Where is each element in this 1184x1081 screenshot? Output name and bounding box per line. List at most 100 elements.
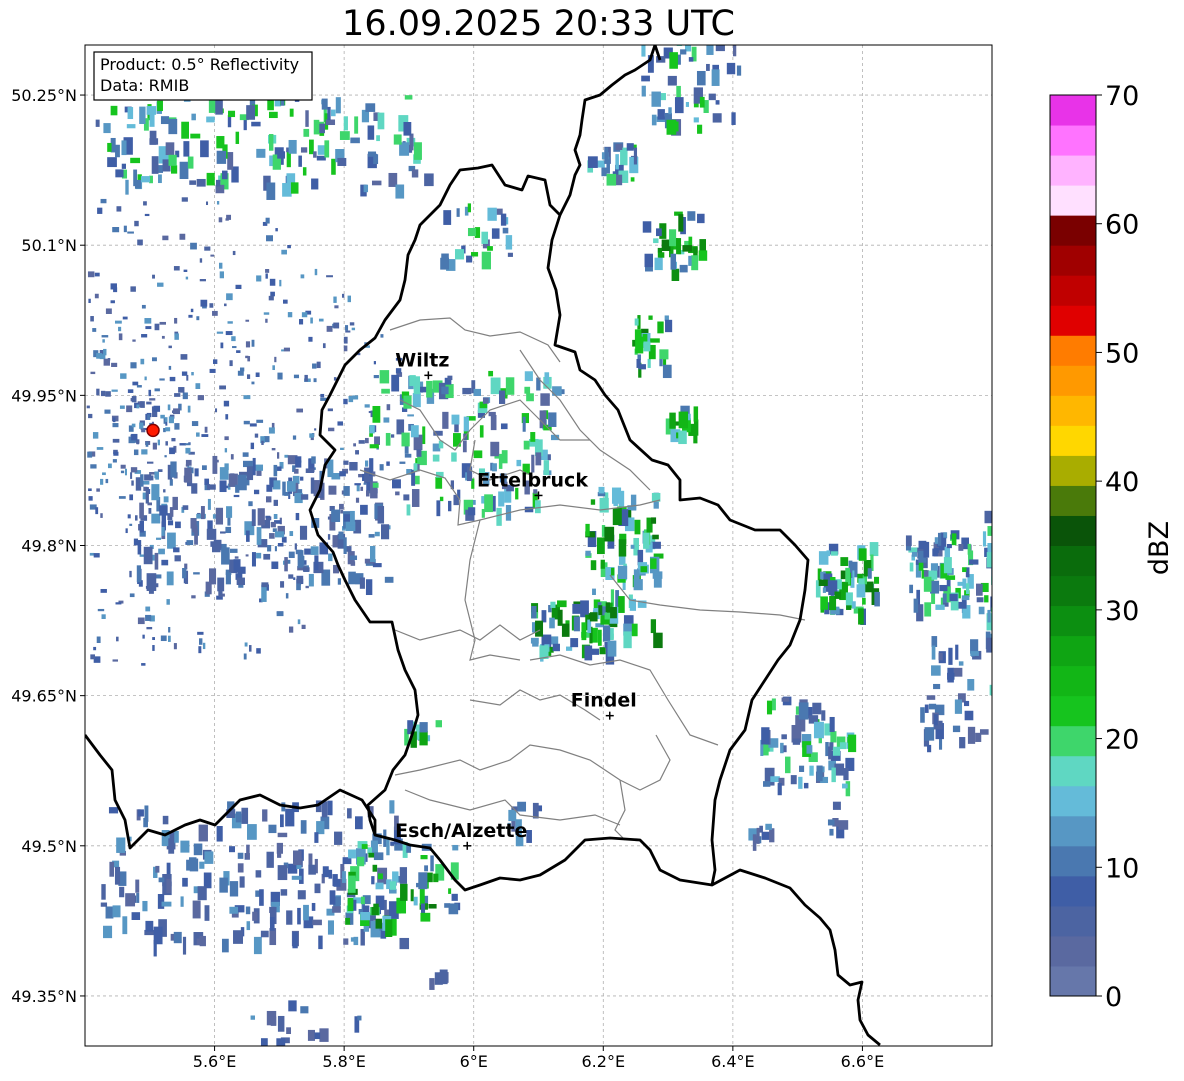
echo-cell (251, 509, 256, 526)
echo-cell (196, 316, 200, 321)
echo-cell (490, 414, 497, 431)
echo-cell (395, 491, 400, 496)
echo-cell (96, 388, 100, 396)
echo-cell (125, 179, 129, 195)
echo-cell (641, 75, 650, 82)
info-box: Product: 0.5° Reflectivity Data: RMIB (93, 51, 313, 101)
echo-cell (347, 897, 354, 912)
echo-cell (670, 253, 677, 270)
echo-cell (305, 110, 309, 127)
echo-cell (145, 614, 152, 621)
echo-cell (174, 333, 179, 340)
echo-cell (501, 450, 508, 464)
echo-cell (442, 411, 449, 429)
echo-cell (390, 841, 395, 846)
echo-cell (314, 883, 321, 894)
echo-cell (535, 452, 542, 466)
echo-cell (590, 499, 596, 505)
echo-cell (141, 334, 148, 338)
echo-cell (195, 383, 201, 390)
echo-cell (282, 481, 286, 496)
echo-cell (170, 461, 177, 478)
echo-cell (191, 421, 199, 427)
echo-cell (184, 443, 191, 446)
echo-cell (319, 1028, 329, 1042)
echo-cell (838, 820, 849, 830)
echo-cell (146, 573, 157, 591)
echo-cell (166, 862, 171, 876)
echo-cell (116, 206, 122, 212)
echo-cell (185, 276, 189, 280)
echo-cell (343, 398, 348, 405)
echo-cell (230, 454, 234, 460)
echo-cell (248, 501, 253, 507)
echo-cell (964, 710, 974, 721)
echo-cell (236, 577, 245, 585)
echo-cell (599, 543, 605, 548)
echo-cell (328, 427, 335, 432)
echo-cell (435, 720, 442, 728)
echo-cell (250, 1015, 255, 1020)
echo-cell (219, 480, 227, 493)
echo-cell (90, 316, 94, 322)
echo-cell (133, 449, 139, 456)
colorbar-segment (1050, 365, 1096, 396)
echo-cell (255, 372, 260, 377)
echo-cell (963, 700, 970, 707)
echo-cell (300, 820, 307, 834)
echo-cell (229, 846, 235, 853)
echo-cell (304, 374, 308, 382)
echo-cell (685, 102, 690, 107)
echo-cell (226, 506, 233, 518)
echo-cell (266, 851, 274, 868)
echo-cell (173, 547, 180, 553)
echo-cell (190, 242, 197, 250)
echo-cell (139, 106, 146, 125)
echo-cell (641, 45, 646, 57)
echo-cell (166, 878, 172, 894)
echo-cell (303, 128, 310, 137)
echo-cell (111, 362, 118, 367)
echo-cell (618, 556, 626, 565)
echo-cell (357, 1015, 362, 1021)
echo-cell (314, 428, 317, 431)
echo-cell (170, 165, 178, 174)
echo-cell (179, 233, 186, 240)
echo-cell (184, 467, 192, 483)
echo-cell (152, 645, 155, 651)
echo-cell (952, 725, 961, 733)
echo-cell (183, 141, 190, 157)
echo-cell (261, 584, 267, 602)
echo-cell (165, 441, 168, 446)
echo-cell (262, 809, 268, 822)
echo-cell (292, 850, 302, 866)
lat-tick-label: 49.5°N (21, 837, 77, 856)
echo-cell (696, 70, 706, 86)
echo-cell (979, 729, 989, 735)
echo-cell (349, 510, 355, 526)
echo-cell (174, 830, 179, 843)
echo-cell (419, 722, 428, 733)
echo-cell (314, 268, 318, 276)
echo-cell (277, 865, 288, 881)
echo-cell (667, 75, 677, 86)
echo-cell (502, 227, 509, 234)
echo-cell (194, 529, 198, 545)
echo-cell (602, 625, 611, 642)
echo-cell (372, 563, 382, 568)
echo-cell (324, 140, 330, 158)
echo-cell (356, 856, 365, 867)
echo-cell (141, 304, 146, 309)
echo-cell (169, 507, 174, 517)
echo-cell (581, 622, 587, 641)
echo-cell (699, 96, 705, 108)
echo-cell (152, 442, 157, 450)
echo-cell (367, 151, 377, 157)
echo-cell (433, 873, 439, 883)
echo-cell (275, 228, 278, 232)
echo-cell (157, 894, 165, 909)
echo-cell (534, 500, 541, 514)
echo-cell (965, 583, 970, 595)
echo-cell (187, 156, 194, 169)
echo-cell (105, 391, 111, 397)
